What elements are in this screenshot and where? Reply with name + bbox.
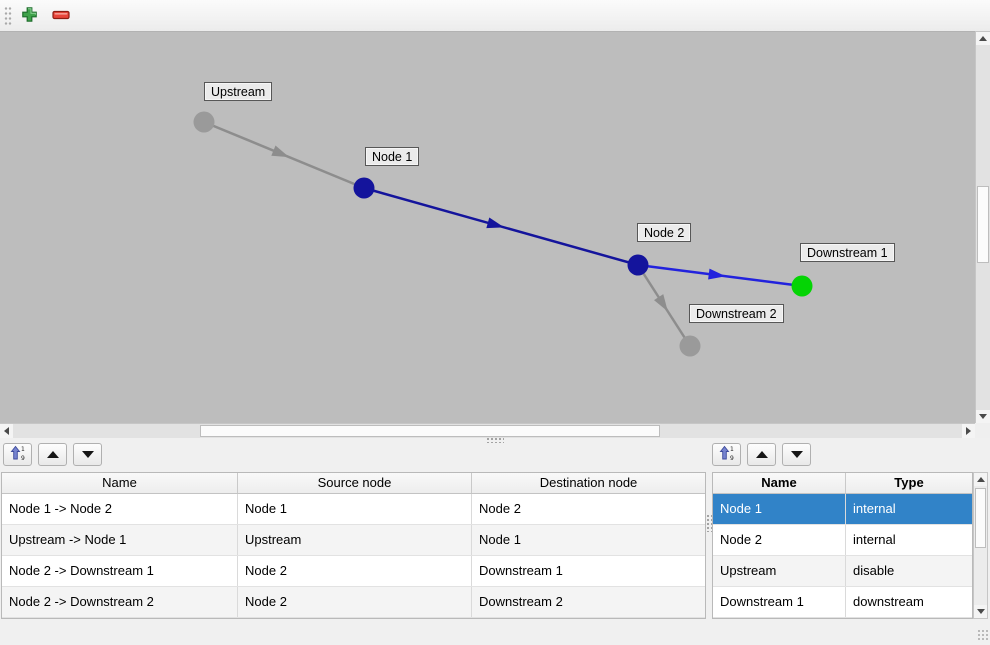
edge-table-toolbar: 1 9	[3, 443, 102, 467]
chevron-up-icon	[979, 36, 987, 41]
vertical-scrollbar-thumb[interactable]	[975, 488, 986, 548]
graph-node-upstream[interactable]	[194, 112, 215, 133]
edge-arrow-icon	[271, 146, 291, 163]
cell: internal	[846, 494, 972, 524]
graph-svg	[0, 32, 975, 424]
table-row[interactable]: Node 2internal	[713, 525, 972, 556]
column-header-destination-node[interactable]: Destination node	[472, 473, 705, 493]
move-up-button[interactable]	[38, 443, 67, 466]
graph-node-node-1[interactable]	[354, 178, 375, 199]
cell: Node 2	[472, 494, 705, 524]
move-down-button[interactable]	[73, 443, 102, 466]
toolbar-drag-handle[interactable]	[4, 6, 12, 26]
node-label-downstream-2[interactable]: Downstream 2	[689, 304, 784, 323]
scroll-right-button[interactable]	[962, 424, 975, 438]
cell: Node 2 -> Downstream 2	[2, 587, 238, 617]
cell: Node 1	[472, 525, 705, 555]
scrollbar-corner	[975, 423, 990, 438]
table-row[interactable]: Node 1 -> Node 2Node 1Node 2	[2, 494, 705, 525]
table-header-row: NameSource nodeDestination node	[2, 473, 705, 494]
column-header-name[interactable]: Name	[2, 473, 238, 493]
canvas-horizontal-scrollbar[interactable]	[0, 423, 975, 438]
node-label-node-2[interactable]: Node 2	[637, 223, 691, 242]
cell: Downstream 2	[472, 587, 705, 617]
cell: disable	[846, 556, 972, 586]
node-table-toolbar: 1 9	[712, 443, 811, 467]
horizontal-splitter[interactable]	[0, 438, 990, 443]
triangle-down-icon	[791, 451, 803, 458]
node-label-upstream[interactable]: Upstream	[204, 82, 272, 101]
sort-button[interactable]: 1 9	[3, 443, 32, 466]
cell: Node 1	[238, 494, 472, 524]
scroll-left-button[interactable]	[0, 424, 13, 438]
table-row[interactable]: Node 2 -> Downstream 1Node 2Downstream 1	[2, 556, 705, 587]
svg-text:9: 9	[730, 455, 734, 461]
main-toolbar	[0, 0, 990, 32]
chevron-right-icon	[966, 427, 971, 435]
graph-node-downstream-2[interactable]	[680, 336, 701, 357]
table-row[interactable]: Node 2 -> Downstream 2Node 2Downstream 2	[2, 587, 705, 618]
scroll-up-button[interactable]	[974, 473, 987, 486]
splitter-handle-icon	[486, 437, 504, 443]
node-table: NameTypeNode 1internalNode 2internalUpst…	[712, 472, 973, 619]
scroll-down-button[interactable]	[976, 410, 990, 423]
horizontal-scrollbar-thumb[interactable]	[200, 425, 660, 437]
triangle-up-icon	[756, 451, 768, 458]
svg-text:9: 9	[21, 455, 25, 461]
table-row[interactable]: Downstream 1downstream	[713, 587, 972, 618]
window-resize-grip[interactable]	[977, 629, 988, 640]
cell: downstream	[846, 587, 972, 617]
vertical-scrollbar-thumb[interactable]	[977, 186, 989, 263]
chevron-down-icon	[977, 609, 985, 614]
sort-ascending-icon: 1 9	[719, 445, 735, 464]
column-header-source-node[interactable]: Source node	[238, 473, 472, 493]
sort-ascending-icon: 1 9	[10, 445, 26, 464]
svg-text:1: 1	[21, 446, 25, 453]
triangle-down-icon	[82, 451, 94, 458]
column-header-name[interactable]: Name	[713, 473, 846, 493]
edge-table: NameSource nodeDestination nodeNode 1 ->…	[1, 472, 706, 619]
add-button[interactable]	[17, 5, 41, 27]
svg-text:1: 1	[730, 446, 734, 453]
node-label-node-1[interactable]: Node 1	[365, 147, 419, 166]
graph-node-downstream-1[interactable]	[792, 276, 813, 297]
cell: Upstream	[713, 556, 846, 586]
scroll-down-button[interactable]	[974, 605, 987, 618]
node-label-downstream-1[interactable]: Downstream 1	[800, 243, 895, 262]
plus-icon	[21, 6, 38, 26]
graph-node-node-2[interactable]	[628, 255, 649, 276]
chevron-up-icon	[977, 477, 985, 482]
cell: Upstream	[238, 525, 472, 555]
cell: Node 1 -> Node 2	[2, 494, 238, 524]
cell: Node 2	[238, 556, 472, 586]
remove-button[interactable]	[49, 5, 73, 27]
cell: Node 2 -> Downstream 1	[2, 556, 238, 586]
move-down-button[interactable]	[782, 443, 811, 466]
column-header-type[interactable]: Type	[846, 473, 972, 493]
move-up-button[interactable]	[747, 443, 776, 466]
table-row[interactable]: Upstreamdisable	[713, 556, 972, 587]
cell: Node 2	[238, 587, 472, 617]
table-header-row: NameType	[713, 473, 972, 494]
sort-button[interactable]: 1 9	[712, 443, 741, 466]
cell: Node 2	[713, 525, 846, 555]
triangle-up-icon	[47, 451, 59, 458]
cell: Downstream 1	[472, 556, 705, 586]
scroll-up-button[interactable]	[976, 32, 990, 45]
cell: Node 1	[713, 494, 846, 524]
minus-icon	[52, 9, 70, 24]
cell: Downstream 1	[713, 587, 846, 617]
table-row[interactable]: Node 1internal	[713, 494, 972, 525]
application-window: UpstreamNode 1Node 2Downstream 1Downstre…	[0, 0, 990, 645]
cell: Upstream -> Node 1	[2, 525, 238, 555]
edge-arrow-icon	[654, 294, 672, 314]
chevron-left-icon	[4, 427, 9, 435]
edge-arrow-icon	[486, 218, 505, 233]
chevron-down-icon	[979, 414, 987, 419]
cell: internal	[846, 525, 972, 555]
canvas-vertical-scrollbar[interactable]	[975, 31, 990, 423]
table-row[interactable]: Upstream -> Node 1UpstreamNode 1	[2, 525, 705, 556]
graph-canvas[interactable]: Upstream Node 1 Node 2 Downstream 1 Downstre…	[0, 31, 975, 424]
node-table-scrollbar[interactable]	[973, 472, 988, 619]
